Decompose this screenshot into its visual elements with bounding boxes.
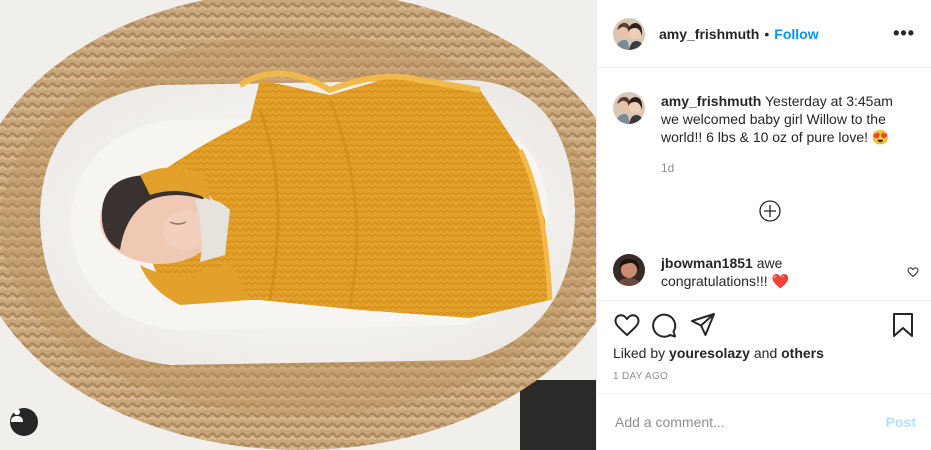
avatar-image — [613, 92, 645, 124]
post-side-panel: amy_frishmuth • Follow ••• amy_frishmuth… — [596, 0, 931, 450]
comment-item: jbowman1851 awe congratulations!!! ❤️ — [613, 254, 919, 290]
likes-prefix: Liked by — [613, 345, 666, 361]
likes-and: and — [753, 345, 778, 361]
instagram-post: amy_frishmuth • Follow ••• amy_frishmuth… — [0, 0, 931, 450]
caption-body: amy_frishmuth Yesterday at 3:45am we wel… — [661, 92, 906, 177]
separator-dot: • — [764, 25, 770, 42]
more-options-icon[interactable]: ••• — [893, 23, 915, 44]
author-username[interactable]: amy_frishmuth — [659, 26, 759, 42]
comment-icon[interactable] — [650, 311, 678, 339]
comment-like-heart-icon[interactable] — [907, 266, 919, 278]
caption-avatar[interactable] — [613, 92, 645, 124]
post-header: amy_frishmuth • Follow ••• — [597, 0, 931, 68]
likes-summary: Liked by youresolazy and others — [613, 345, 824, 361]
comment-body: jbowman1851 awe congratulations!!! ❤️ — [661, 254, 881, 290]
commenter-avatar[interactable] — [613, 254, 645, 286]
comment-username[interactable]: jbowman1851 — [661, 255, 753, 271]
bookmark-icon[interactable] — [889, 311, 917, 339]
share-icon[interactable] — [689, 311, 717, 339]
liked-by-others[interactable]: others — [781, 345, 824, 361]
add-comment-form: Post — [597, 393, 931, 450]
follow-button[interactable]: Follow — [774, 26, 818, 42]
comments-section: amy_frishmuth Yesterday at 3:45am we wel… — [597, 68, 931, 300]
avatar-image — [613, 17, 645, 50]
liked-by-user[interactable]: youresolazy — [669, 345, 750, 361]
post-age[interactable]: 1 DAY AGO — [613, 371, 668, 382]
caption-username[interactable]: amy_frishmuth — [661, 93, 761, 109]
caption: amy_frishmuth Yesterday at 3:45am we wel… — [613, 68, 915, 177]
tagged-users-button[interactable] — [10, 408, 38, 436]
avatar-image — [613, 254, 645, 286]
post-photo[interactable] — [0, 0, 596, 450]
load-more-comments-icon[interactable] — [759, 200, 781, 222]
post-actions-bar — [597, 300, 931, 339]
post-comment-button[interactable]: Post — [886, 414, 916, 430]
comment-input[interactable] — [613, 413, 886, 431]
heart-icon[interactable] — [613, 311, 641, 339]
caption-time[interactable]: 1d — [661, 159, 906, 177]
baby-in-basket-image — [0, 0, 596, 450]
person-icon — [11, 409, 23, 422]
author-avatar[interactable] — [613, 17, 645, 50]
